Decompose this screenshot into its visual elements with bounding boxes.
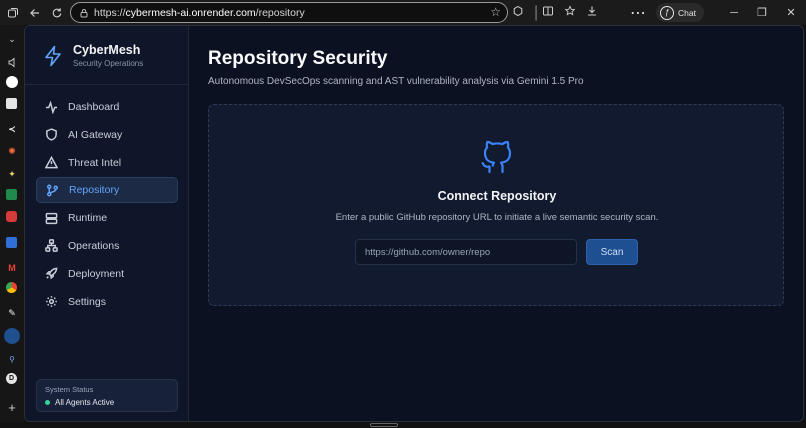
card-description: Enter a public GitHub repository URL to …: [335, 212, 659, 223]
sidebar-item-deployment[interactable]: Deployment: [36, 261, 178, 287]
brand[interactable]: CyberMesh Security Operations: [43, 43, 143, 68]
downloads-icon[interactable]: [586, 4, 606, 22]
chevron-down-icon[interactable]: ⌄: [4, 31, 20, 47]
network-icon: [45, 239, 58, 253]
warning-triangle-icon: [45, 156, 58, 169]
favorites-icon[interactable]: [564, 4, 584, 22]
minimize-icon[interactable]: ─: [720, 0, 748, 25]
maps-app-icon[interactable]: [6, 237, 17, 248]
gmail-app-icon[interactable]: M: [4, 260, 20, 276]
refresh-icon[interactable]: [46, 2, 68, 24]
sidebar-item-label: AI Gateway: [68, 128, 123, 141]
lightning-icon: [45, 45, 61, 66]
sidebar-item-ai-gateway[interactable]: AI Gateway: [36, 122, 178, 148]
speaker-icon[interactable]: [4, 54, 20, 70]
sidebar-item-label: Settings: [68, 295, 106, 308]
sidebar-item-repository[interactable]: Repository: [36, 177, 178, 204]
favorite-star-icon[interactable]: ☆: [490, 5, 501, 19]
browser-sidebar: ⌄ ≺ ✺ ✦ M ✎ ⚲ D +: [0, 25, 24, 428]
sidebar-item-label: Deployment: [68, 267, 125, 280]
sidebar-item-label: Repository: [69, 184, 120, 197]
copilot-icon: ƒ: [660, 5, 674, 20]
more-options-icon[interactable]: ⋯: [630, 3, 650, 23]
sidebar-nav: Dashboard AI Gateway Threat Intel Reposi…: [36, 94, 178, 316]
sidebar-item-dashboard[interactable]: Dashboard: [36, 94, 178, 120]
sidebar-item-settings[interactable]: Settings: [36, 289, 178, 315]
shield-icon: [45, 128, 58, 141]
system-status-title: System Status: [45, 385, 94, 394]
sidebar-item-label: Threat Intel: [68, 156, 122, 169]
notion-app-icon[interactable]: [6, 98, 17, 109]
server-icon: [45, 212, 58, 225]
page-title: Repository Security: [208, 48, 388, 69]
rocket-icon: [45, 267, 58, 280]
sidebar-divider: [25, 84, 189, 85]
sidebar-item-label: Operations: [68, 239, 120, 252]
gear-icon: [45, 295, 58, 308]
brand-name: CyberMesh: [73, 43, 141, 57]
restore-icon[interactable]: ❐: [748, 0, 776, 25]
back-icon[interactable]: [24, 2, 46, 24]
claude-app-icon[interactable]: ✺: [4, 143, 20, 159]
sidebar-item-label: Dashboard: [68, 101, 120, 113]
app-container: CyberMesh Security Operations Dashboard …: [24, 25, 804, 422]
sidebar-item-label: Runtime: [68, 212, 108, 225]
address-bar[interactable]: https://cybermesh-ai.onrender.com/reposi…: [70, 2, 508, 23]
activity-icon: [45, 100, 58, 114]
github-app-icon[interactable]: [6, 76, 18, 88]
chat-label: Chat: [678, 7, 696, 18]
chrome-app-icon[interactable]: [6, 282, 17, 293]
git-branch-icon: [46, 184, 59, 197]
youtube-app-icon[interactable]: [6, 211, 17, 222]
spreadsheet-app-icon[interactable]: [6, 189, 17, 200]
tabs-icon[interactable]: [2, 2, 24, 24]
pen-app-icon[interactable]: ✎: [4, 305, 20, 321]
repository-url-input[interactable]: [355, 239, 577, 265]
close-window-icon[interactable]: ✕: [777, 0, 805, 25]
divider-icon: |: [534, 3, 539, 21]
brand-subtitle: Security Operations: [73, 59, 144, 68]
url-host: cybermesh-ai.onrender.com: [125, 6, 256, 19]
browser-actions: | ⋯ ƒ Chat: [512, 2, 704, 23]
gemini-app-icon[interactable]: ✦: [4, 166, 20, 182]
add-app-icon[interactable]: +: [4, 399, 20, 415]
connect-repository-card: Connect Repository Enter a public GitHub…: [208, 104, 784, 306]
main-content: Repository Security Autonomous DevSecOps…: [189, 26, 803, 421]
vscode-app-icon[interactable]: ≺: [4, 121, 20, 137]
search-app-icon[interactable]: ⚲: [4, 351, 20, 367]
url-scheme: https://: [94, 6, 126, 19]
app-sidebar: CyberMesh Security Operations Dashboard …: [25, 26, 189, 421]
sidebar-item-runtime[interactable]: Runtime: [36, 205, 178, 231]
github-icon: [481, 140, 512, 174]
status-dot-icon: [45, 400, 50, 405]
taskbar-strip: [0, 422, 806, 428]
scan-button[interactable]: Scan: [586, 239, 638, 265]
profile-d-app-icon[interactable]: D: [6, 373, 17, 384]
browser-window: https://cybermesh-ai.onrender.com/reposi…: [0, 0, 806, 428]
sidebar-item-threat-intel[interactable]: Threat Intel: [36, 150, 178, 176]
page-subtitle: Autonomous DevSecOps scanning and AST vu…: [208, 76, 584, 87]
globe-app-icon[interactable]: [4, 328, 20, 344]
url-path: /repository: [255, 6, 305, 19]
taskbar-indicator: [370, 423, 398, 427]
extensions-icon[interactable]: [512, 4, 532, 22]
system-status-value: All Agents Active: [55, 398, 115, 407]
split-screen-icon[interactable]: [542, 4, 562, 22]
url-text[interactable]: https://cybermesh-ai.onrender.com/reposi…: [94, 7, 305, 19]
copilot-chat-button[interactable]: ƒ Chat: [656, 3, 704, 22]
system-status-value-row: All Agents Active: [45, 398, 169, 407]
system-status-card: System Status All Agents Active: [36, 379, 178, 412]
sidebar-item-operations[interactable]: Operations: [36, 233, 178, 259]
card-title: Connect Repository: [437, 189, 557, 203]
site-info-icon[interactable]: [77, 6, 91, 20]
